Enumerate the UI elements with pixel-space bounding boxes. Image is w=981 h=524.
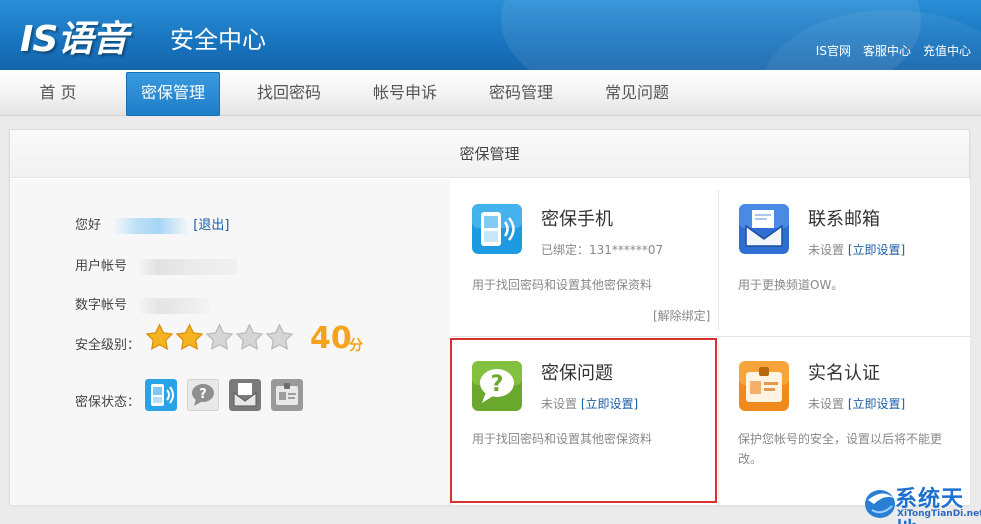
card-title: 实名认证	[808, 363, 880, 384]
card-description: 保护您帐号的安全，设置以后将不能更改。	[738, 432, 943, 466]
watermark-url: XiTongTianDi.net	[897, 509, 981, 519]
phone-icon	[472, 204, 522, 254]
card-title: 密保手机	[541, 209, 613, 230]
id-card-status-icon[interactable]	[271, 379, 303, 411]
site-subtitle: 安全中心	[170, 26, 266, 54]
svg-text:?: ?	[199, 387, 207, 402]
card-status-text: 未设置	[541, 397, 578, 411]
nav-recover-password[interactable]: 找回密码	[243, 70, 335, 116]
unbind-phone-link[interactable]: [解除绑定]	[653, 306, 710, 326]
card-status-text: 未设置	[808, 243, 845, 257]
greeting-label: 您好	[75, 218, 102, 233]
phone-status-icon[interactable]	[145, 379, 177, 411]
svg-text:?: ?	[491, 372, 504, 397]
card-status: 未设置 [立即设置]	[808, 395, 905, 412]
user-account-redacted	[137, 258, 238, 275]
question-icon: ?	[472, 361, 522, 411]
card-status: 未设置 [立即设置]	[541, 395, 638, 412]
nav-password-management[interactable]: 密码管理	[475, 70, 567, 116]
card-description: 用于找回密码和设置其他密保资料	[472, 432, 653, 446]
card-security-phone: 密保手机 已绑定：131******07 用于找回密码和设置其他密保资料 [解除…	[451, 179, 718, 336]
number-account-label: 数字帐号	[75, 298, 128, 313]
card-status: 未设置 [立即设置]	[808, 241, 905, 258]
security-panel: 密保管理 您好 [退出] 用户帐号 数字帐号 安全级别： 40 分 密保状态：	[9, 129, 970, 505]
card-contact-email: 联系邮箱 未设置 [立即设置] 用于更换频道OW。	[719, 179, 970, 336]
card-description: 用于找回密码和设置其他密保资料	[472, 278, 653, 292]
card-security-question: ? 密保问题 未设置 [立即设置] 用于找回密码和设置其他密保资料	[451, 337, 718, 505]
site-header: IS语音 安全中心 IS官网 客服中心 充值中心	[0, 0, 981, 70]
account-summary: 您好 [退出] 用户帐号 数字帐号 安全级别： 40 分 密保状态： ?	[10, 179, 450, 505]
security-status-label: 密保状态：	[75, 395, 141, 410]
security-status-icons: ?	[145, 379, 303, 411]
nav-account-appeal[interactable]: 帐号申诉	[359, 70, 451, 116]
email-icon	[739, 204, 789, 254]
star-filled-icon	[145, 323, 174, 350]
link-customer-service[interactable]: 客服中心	[863, 42, 911, 59]
security-score: 40	[310, 321, 352, 356]
star-empty-icon	[205, 323, 234, 350]
number-account-row: 数字帐号	[75, 294, 210, 314]
set-realname-link[interactable]: [立即设置]	[848, 397, 905, 411]
id-card-icon	[739, 361, 789, 411]
nav-security-management[interactable]: 密保管理	[126, 72, 220, 116]
panel-title: 密保管理	[10, 130, 969, 178]
user-account-row: 用户帐号	[75, 255, 238, 275]
question-status-icon[interactable]: ?	[187, 379, 219, 411]
site-logo[interactable]: IS语音	[20, 10, 128, 62]
top-links: IS官网 客服中心 充值中心	[816, 42, 971, 59]
star-empty-icon	[265, 323, 294, 350]
main-nav: 首 页 密保管理 找回密码 帐号申诉 密码管理 常见问题	[0, 70, 981, 116]
card-title: 联系邮箱	[808, 209, 880, 230]
nav-faq[interactable]: 常见问题	[591, 70, 683, 116]
username-redacted	[113, 217, 190, 234]
link-recharge-center[interactable]: 充值中心	[923, 42, 971, 59]
logout-link[interactable]: [退出]	[193, 218, 229, 233]
set-email-link[interactable]: [立即设置]	[848, 243, 905, 257]
card-status: 已绑定：131******07	[541, 243, 664, 257]
star-filled-icon	[175, 323, 204, 350]
user-account-label: 用户帐号	[75, 259, 128, 274]
email-status-icon[interactable]	[229, 379, 261, 411]
card-description: 用于更换频道OW。	[738, 278, 844, 292]
card-title: 密保问题	[541, 363, 613, 384]
number-account-redacted	[137, 297, 210, 314]
security-level-label: 安全级别：	[75, 338, 141, 353]
greeting-row: 您好 [退出]	[75, 214, 229, 234]
link-official-site[interactable]: IS官网	[816, 42, 851, 59]
set-question-link[interactable]: [立即设置]	[581, 397, 638, 411]
security-rating	[145, 323, 294, 352]
card-status-text: 未设置	[808, 397, 845, 411]
star-empty-icon	[235, 323, 264, 350]
nav-home[interactable]: 首 页	[18, 70, 98, 116]
security-score-unit: 分	[349, 338, 363, 354]
